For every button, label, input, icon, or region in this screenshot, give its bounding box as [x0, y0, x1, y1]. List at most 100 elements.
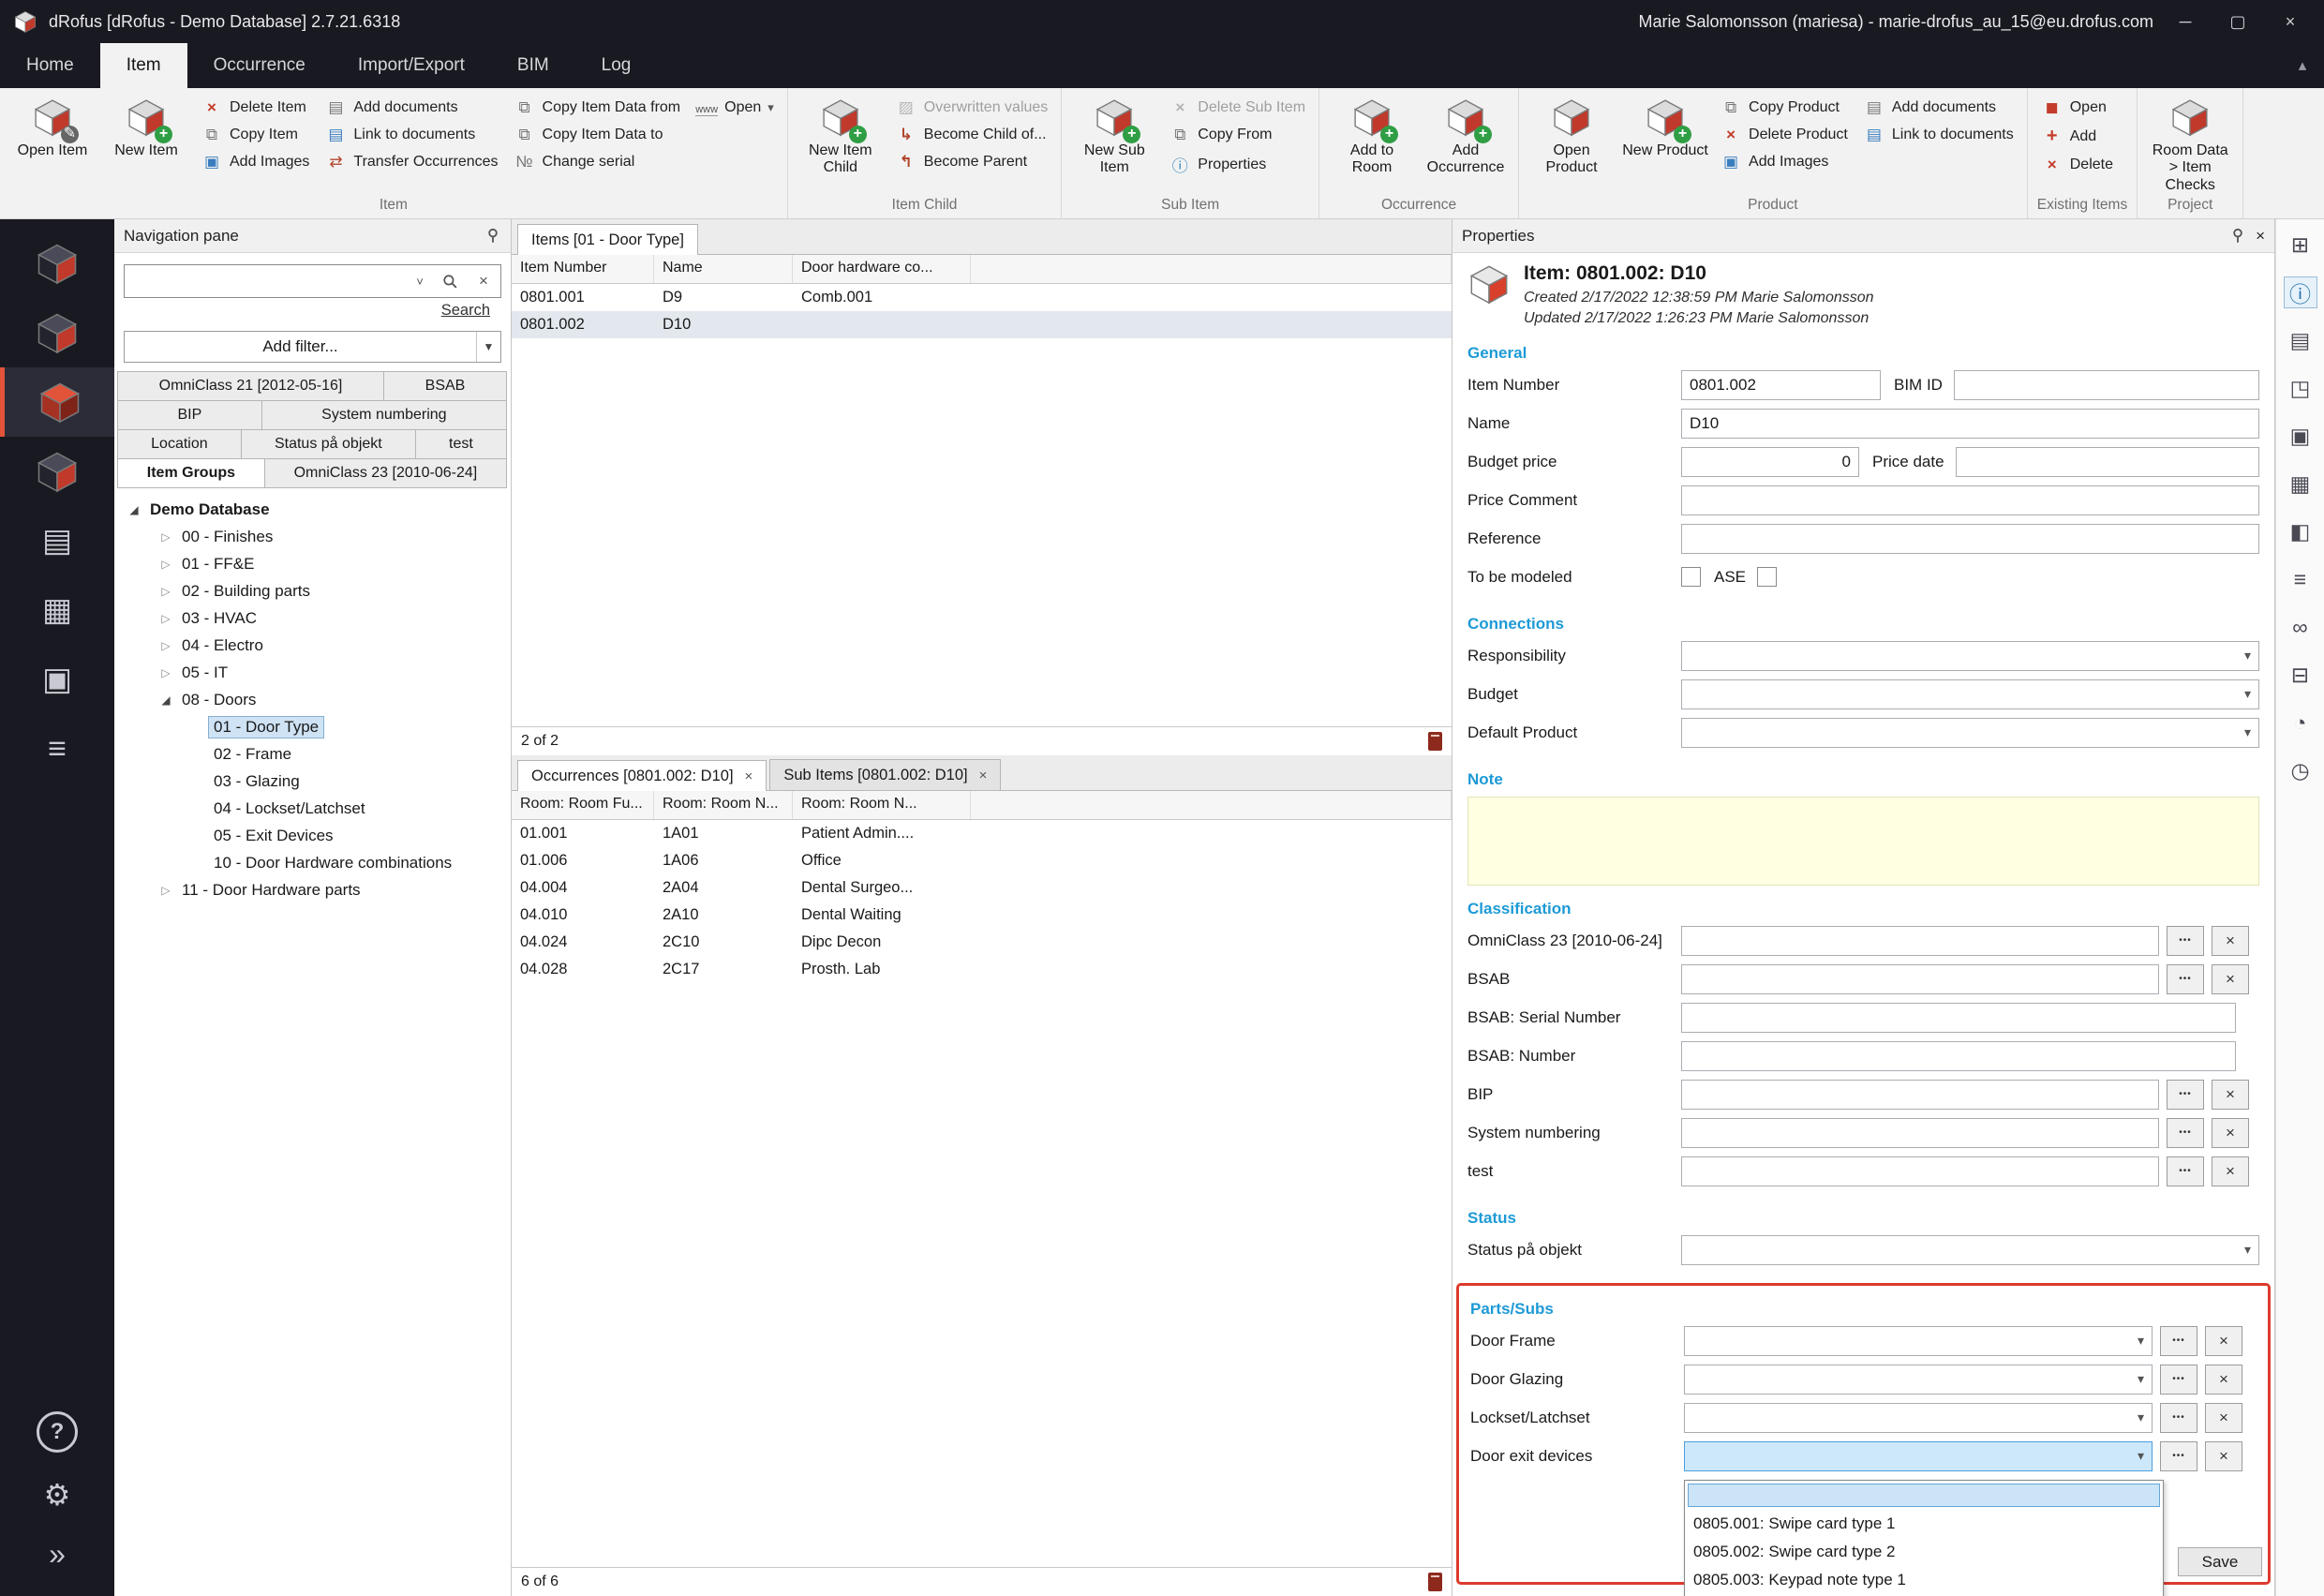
item-number-input[interactable]: 0801.002 — [1681, 370, 1881, 400]
tree-expander-icon[interactable] — [156, 694, 176, 707]
tree-expander-icon[interactable] — [124, 503, 144, 516]
add-existing-item-button[interactable]: Add — [2035, 123, 2119, 150]
clear-field-button[interactable]: × — [2212, 1080, 2249, 1110]
parts-dropdown-field[interactable] — [1684, 1441, 2153, 1471]
tree-expander-icon[interactable] — [156, 884, 176, 897]
settings-gear-icon[interactable]: ⚙ — [44, 1477, 71, 1513]
sidebar-items-module[interactable] — [0, 367, 114, 437]
copy-item-data-to-button[interactable]: Copy Item Data to▾ — [508, 123, 687, 147]
sidebar-documents-module[interactable]: ▤ — [0, 506, 114, 575]
open-existing-item-button[interactable]: Open — [2035, 96, 2119, 120]
tree-item[interactable]: 01 - Door Type — [114, 713, 511, 740]
browse-ellipsis-button[interactable]: ••• — [2167, 1118, 2204, 1148]
reference-input[interactable] — [1681, 524, 2259, 554]
nav-tab-bip[interactable]: BIP — [117, 400, 262, 430]
link-product-documents-button[interactable]: Link to documents — [1857, 123, 2019, 147]
sidebar-rooms-module[interactable] — [0, 229, 114, 298]
tab-sub-items[interactable]: Sub Items [0801.002: D10]× — [769, 759, 1001, 790]
minimize-button[interactable]: ─ — [2165, 12, 2206, 32]
menu-tab-item[interactable]: Item — [100, 43, 187, 88]
delete-existing-item-button[interactable]: Delete — [2035, 153, 2119, 177]
tree-item[interactable]: 01 - FF&E — [114, 550, 511, 577]
price-comment-input[interactable] — [1681, 485, 2259, 515]
menu-tab-home[interactable]: Home — [0, 43, 100, 88]
dropdown-field[interactable] — [1681, 679, 2259, 709]
nav-tab-omniclass21[interactable]: OmniClass 21 [2012-05-16] — [117, 371, 384, 401]
browse-ellipsis-button[interactable]: ••• — [2167, 1156, 2204, 1186]
parts-dropdown-field[interactable] — [1684, 1403, 2153, 1433]
tree-item[interactable]: 05 - IT — [114, 659, 511, 686]
nav-tab-location[interactable]: Location — [117, 429, 242, 459]
new-item-child-button[interactable]: + New Item Child — [796, 92, 886, 177]
parts-dropdown-field[interactable] — [1684, 1365, 2153, 1395]
tab-occurrences[interactable]: Occurrences [0801.002: D10]× — [517, 760, 767, 791]
menu-tab-occurrence[interactable]: Occurrence — [187, 43, 332, 88]
note-textarea[interactable] — [1467, 797, 2259, 886]
document-icon[interactable]: ▤ — [2284, 324, 2317, 356]
occurrences-table-row[interactable]: 01.006 1A06 Office — [512, 847, 1452, 874]
table-icon[interactable]: ▦ — [2284, 468, 2317, 500]
search-input[interactable] — [125, 265, 407, 297]
clock-icon[interactable]: ◷ — [2284, 754, 2317, 786]
tree-item[interactable]: 03 - Glazing — [114, 768, 511, 795]
browse-ellipsis-button[interactable]: ••• — [2160, 1441, 2197, 1471]
overwritten-values-button[interactable]: Overwritten values — [889, 96, 1054, 120]
dropdown-option-empty[interactable] — [1688, 1484, 2160, 1507]
items-tab[interactable]: Items [01 - Door Type] — [517, 224, 698, 255]
tree-item[interactable]: 05 - Exit Devices — [114, 822, 511, 849]
ribbon-collapse-icon[interactable]: ▴ — [2281, 43, 2324, 88]
report-icon[interactable] — [1428, 1573, 1442, 1591]
classification-input[interactable] — [1681, 964, 2159, 994]
tree-expander-icon[interactable] — [156, 558, 176, 571]
add-product-documents-button[interactable]: Add documents — [1857, 96, 2019, 120]
tree-item[interactable]: 11 - Door Hardware parts — [114, 876, 511, 903]
tree-item[interactable]: 02 - Building parts — [114, 577, 511, 604]
to-be-modeled-checkbox[interactable] — [1681, 567, 1701, 587]
list-icon[interactable]: ≡ — [2284, 563, 2317, 595]
copy-from-button[interactable]: Copy From — [1163, 123, 1311, 147]
add-occurrence-button[interactable]: + Add Occurrence — [1421, 92, 1511, 177]
clear-field-button[interactable]: × — [2205, 1365, 2242, 1395]
copy-product-button[interactable]: Copy Product — [1714, 96, 1854, 120]
tree-expander-icon[interactable] — [156, 530, 176, 544]
open-product-button[interactable]: Open Product — [1527, 92, 1616, 177]
calculation-icon[interactable]: ⊟ — [2284, 659, 2317, 691]
clear-field-button[interactable]: × — [2212, 1118, 2249, 1148]
tree-expander-icon[interactable] — [156, 612, 176, 625]
pin-icon[interactable] — [484, 228, 501, 245]
tree-item[interactable]: 04 - Lockset/Latchset — [114, 795, 511, 822]
help-icon[interactable]: ? — [37, 1411, 78, 1453]
tree-item[interactable]: 10 - Door Hardware combinations — [114, 849, 511, 876]
dropdown-option[interactable]: 0805.003: Keypad note type 1 — [1685, 1566, 2163, 1594]
close-panel-icon[interactable]: × — [2256, 227, 2265, 246]
info-icon[interactable]: ⓘ — [2284, 276, 2317, 308]
become-parent-button[interactable]: Become Parent — [889, 150, 1054, 174]
column-header-door-hardware[interactable]: Door hardware co... — [793, 255, 971, 283]
expand-sidebar-icon[interactable]: » — [49, 1537, 66, 1572]
nav-tab-status-pa-objekt[interactable]: Status på objekt — [241, 429, 416, 459]
transfer-occurrences-button[interactable]: Transfer Occurrences▾ — [319, 150, 503, 174]
parts-dropdown-field[interactable] — [1684, 1326, 2153, 1356]
new-product-button[interactable]: + New Product — [1620, 92, 1710, 159]
save-button[interactable]: Save — [2178, 1547, 2262, 1576]
copy-item-button[interactable]: Copy Item▾ — [195, 123, 315, 147]
price-date-input[interactable] — [1956, 447, 2259, 477]
dropdown-field[interactable] — [1681, 718, 2259, 748]
copy-item-data-from-button[interactable]: Copy Item Data from▾ — [508, 96, 687, 120]
dropdown-option[interactable]: 0805.001: Swipe card type 1 — [1685, 1510, 2163, 1538]
nav-tab-omniclass23[interactable]: OmniClass 23 [2010-06-24] — [264, 458, 507, 488]
layout-grid-icon[interactable]: ⊞ — [2284, 229, 2317, 261]
clear-search-icon[interactable]: × — [467, 265, 500, 297]
search-link[interactable]: Search — [124, 298, 501, 321]
browse-ellipsis-button[interactable]: ••• — [2160, 1326, 2197, 1356]
nav-tab-bsab[interactable]: BSAB — [383, 371, 507, 401]
report-icon[interactable] — [1428, 732, 1442, 751]
add-filter-button[interactable]: Add filter... ▼ — [124, 331, 501, 363]
become-child-of-button[interactable]: Become Child of... — [889, 123, 1054, 147]
product-icon[interactable]: ◳ — [2284, 372, 2317, 404]
tree-item[interactable]: 04 - Electro — [114, 632, 511, 659]
classification-input[interactable] — [1681, 1041, 2236, 1071]
items-table-row[interactable]: 0801.002 D10 — [512, 311, 1452, 338]
menu-tab-import-export[interactable]: Import/Export — [332, 43, 491, 88]
classification-input[interactable] — [1681, 1118, 2159, 1148]
